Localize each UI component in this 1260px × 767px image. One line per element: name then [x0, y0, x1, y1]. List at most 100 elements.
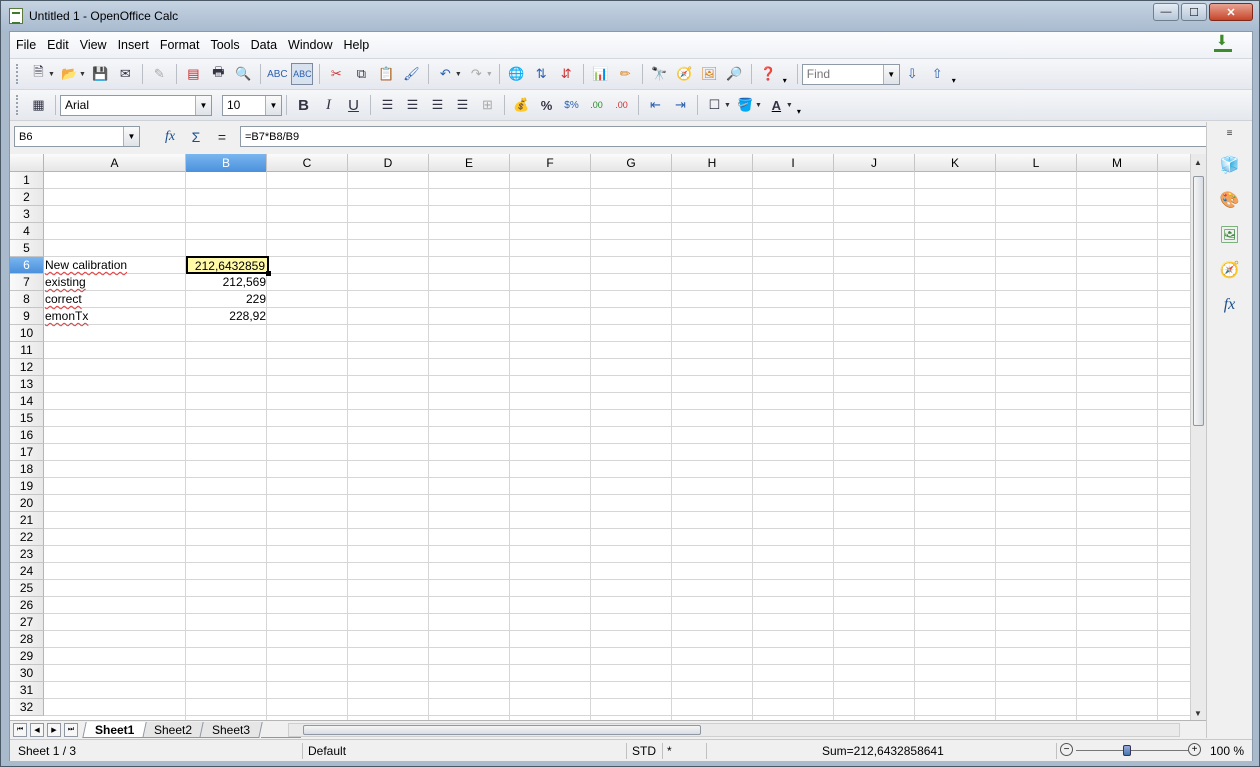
zoom-slider-knob[interactable]: [1123, 745, 1131, 756]
row-header[interactable]: 26: [10, 597, 44, 614]
percent-format-button[interactable]: %: [536, 94, 558, 116]
cell-B9[interactable]: 228,92: [187, 308, 268, 325]
row-header[interactable]: 7: [10, 274, 44, 291]
cell-B6[interactable]: 212,6432859: [186, 256, 271, 276]
menu-edit[interactable]: Edit: [42, 38, 74, 52]
align-right-icon[interactable]: ☰: [427, 94, 449, 116]
column-header[interactable]: B: [186, 154, 267, 172]
row-header[interactable]: 28: [10, 631, 44, 648]
row-header[interactable]: 24: [10, 563, 44, 580]
cell-A8[interactable]: correct: [44, 291, 187, 308]
column-header[interactable]: F: [510, 154, 591, 172]
spreadsheet-grid[interactable]: ABCDEFGHIJKLM 1 2 3 4 5 6 7 8 9 10 11 12 13 14 15 16 17 1…: [10, 154, 1206, 720]
sheet-tab-1[interactable]: Sheet1: [82, 721, 148, 738]
last-sheet-icon[interactable]: ⏭: [64, 722, 78, 737]
cell-B8[interactable]: 229: [187, 291, 268, 308]
row-header[interactable]: 9: [10, 308, 44, 325]
italic-button[interactable]: I: [318, 94, 340, 116]
find-field[interactable]: ▼: [801, 63, 900, 85]
status-page-style[interactable]: Default: [308, 744, 346, 758]
font-size-box[interactable]: 10 ▼: [222, 94, 282, 116]
functions-deck-icon[interactable]: fx: [1216, 291, 1244, 319]
new-dropdown-icon[interactable]: ▼: [48, 71, 55, 78]
spellcheck-icon[interactable]: ABC: [266, 63, 288, 85]
toolbar-grip[interactable]: [16, 64, 22, 84]
autospellcheck-icon[interactable]: ABC: [291, 63, 314, 85]
row-header[interactable]: 25: [10, 580, 44, 597]
open-dropdown-icon[interactable]: ▼: [79, 71, 86, 78]
font-name-box[interactable]: Arial ▼: [60, 94, 212, 116]
decrease-indent-icon[interactable]: ⇤: [645, 94, 667, 116]
hyperlink-icon[interactable]: 🌐: [505, 63, 527, 85]
row-header[interactable]: 30: [10, 665, 44, 682]
vertical-scroll-thumb[interactable]: [1193, 176, 1204, 426]
row-header[interactable]: 10: [10, 325, 44, 342]
print-icon[interactable]: 🖶: [207, 63, 229, 85]
scroll-up-icon[interactable]: ▲: [1194, 158, 1202, 167]
row-header[interactable]: 17: [10, 444, 44, 461]
menu-data[interactable]: Data: [246, 38, 282, 52]
export-pdf-icon[interactable]: ▤: [182, 63, 204, 85]
column-header[interactable]: I: [753, 154, 834, 172]
zoom-icon[interactable]: 🔎: [723, 63, 745, 85]
row-header[interactable]: 23: [10, 546, 44, 563]
cell-area[interactable]: New calibration 212,6432859 existing 212…: [44, 172, 1190, 720]
row-header[interactable]: 13: [10, 376, 44, 393]
email-icon[interactable]: ✉: [114, 63, 136, 85]
row-header[interactable]: 22: [10, 529, 44, 546]
navigator-icon[interactable]: 🧭: [673, 63, 695, 85]
minimize-button[interactable]: —: [1153, 3, 1179, 21]
gallery-deck-icon[interactable]: 🖼: [1216, 221, 1244, 249]
menu-insert[interactable]: Insert: [113, 38, 154, 52]
row-header[interactable]: 2: [10, 189, 44, 206]
clone-formatting-icon[interactable]: 🖌: [400, 63, 422, 85]
row-header[interactable]: 14: [10, 393, 44, 410]
horizontal-scrollbar[interactable]: [288, 723, 1180, 737]
draw-functions-icon[interactable]: ✏: [614, 63, 636, 85]
help-icon[interactable]: ❓: [757, 63, 779, 85]
column-header[interactable]: K: [915, 154, 996, 172]
previous-sheet-icon[interactable]: ◀: [30, 722, 44, 737]
name-box-dropdown-icon[interactable]: ▼: [123, 127, 139, 146]
redo-icon[interactable]: ↷: [465, 63, 487, 85]
align-center-icon[interactable]: ☰: [402, 94, 424, 116]
name-box[interactable]: B6 ▼: [14, 126, 140, 147]
merge-cells-icon[interactable]: ⊞: [477, 94, 499, 116]
row-header[interactable]: 3: [10, 206, 44, 223]
function-equals-icon[interactable]: =: [210, 126, 234, 148]
background-color-dropdown-icon[interactable]: ▼: [755, 102, 762, 109]
sum-icon[interactable]: Σ: [184, 126, 208, 148]
borders-icon[interactable]: ☐: [704, 94, 726, 116]
paste-icon[interactable]: 📋: [375, 63, 397, 85]
row-header[interactable]: 21: [10, 512, 44, 529]
zoom-out-icon[interactable]: −: [1060, 743, 1073, 756]
redo-dropdown-icon[interactable]: ▼: [486, 71, 493, 78]
new-document-icon[interactable]: 🗎: [28, 63, 50, 85]
styles-deck-icon[interactable]: 🎨: [1216, 186, 1244, 214]
sort-descending-icon[interactable]: ⇵: [555, 63, 577, 85]
chart-icon[interactable]: 📊: [589, 63, 611, 85]
column-header[interactable]: A: [44, 154, 186, 172]
row-header[interactable]: 29: [10, 648, 44, 665]
next-sheet-icon[interactable]: ▶: [47, 722, 61, 737]
horizontal-scroll-thumb[interactable]: [303, 725, 701, 735]
column-header[interactable]: L: [996, 154, 1077, 172]
font-color-icon[interactable]: A: [765, 94, 787, 116]
add-decimal-icon[interactable]: .00: [586, 94, 608, 116]
vertical-scrollbar[interactable]: ▲ ▼: [1190, 154, 1206, 720]
edit-file-icon[interactable]: ✎: [148, 63, 170, 85]
underline-button[interactable]: U: [343, 94, 365, 116]
sort-ascending-icon[interactable]: ⇅: [530, 63, 552, 85]
row-header[interactable]: 20: [10, 495, 44, 512]
row-header[interactable]: 5: [10, 240, 44, 257]
row-header[interactable]: 27: [10, 614, 44, 631]
find-dropdown-icon[interactable]: ▼: [882, 64, 899, 84]
save-icon[interactable]: 💾: [89, 63, 111, 85]
close-button[interactable]: ✕: [1209, 3, 1253, 21]
find-replace-icon[interactable]: 🔭: [648, 63, 670, 85]
row-header[interactable]: 19: [10, 478, 44, 495]
align-left-icon[interactable]: ☰: [377, 94, 399, 116]
column-header[interactable]: H: [672, 154, 753, 172]
properties-deck-icon[interactable]: 🧊: [1216, 151, 1244, 179]
delete-decimal-icon[interactable]: .00: [611, 94, 633, 116]
